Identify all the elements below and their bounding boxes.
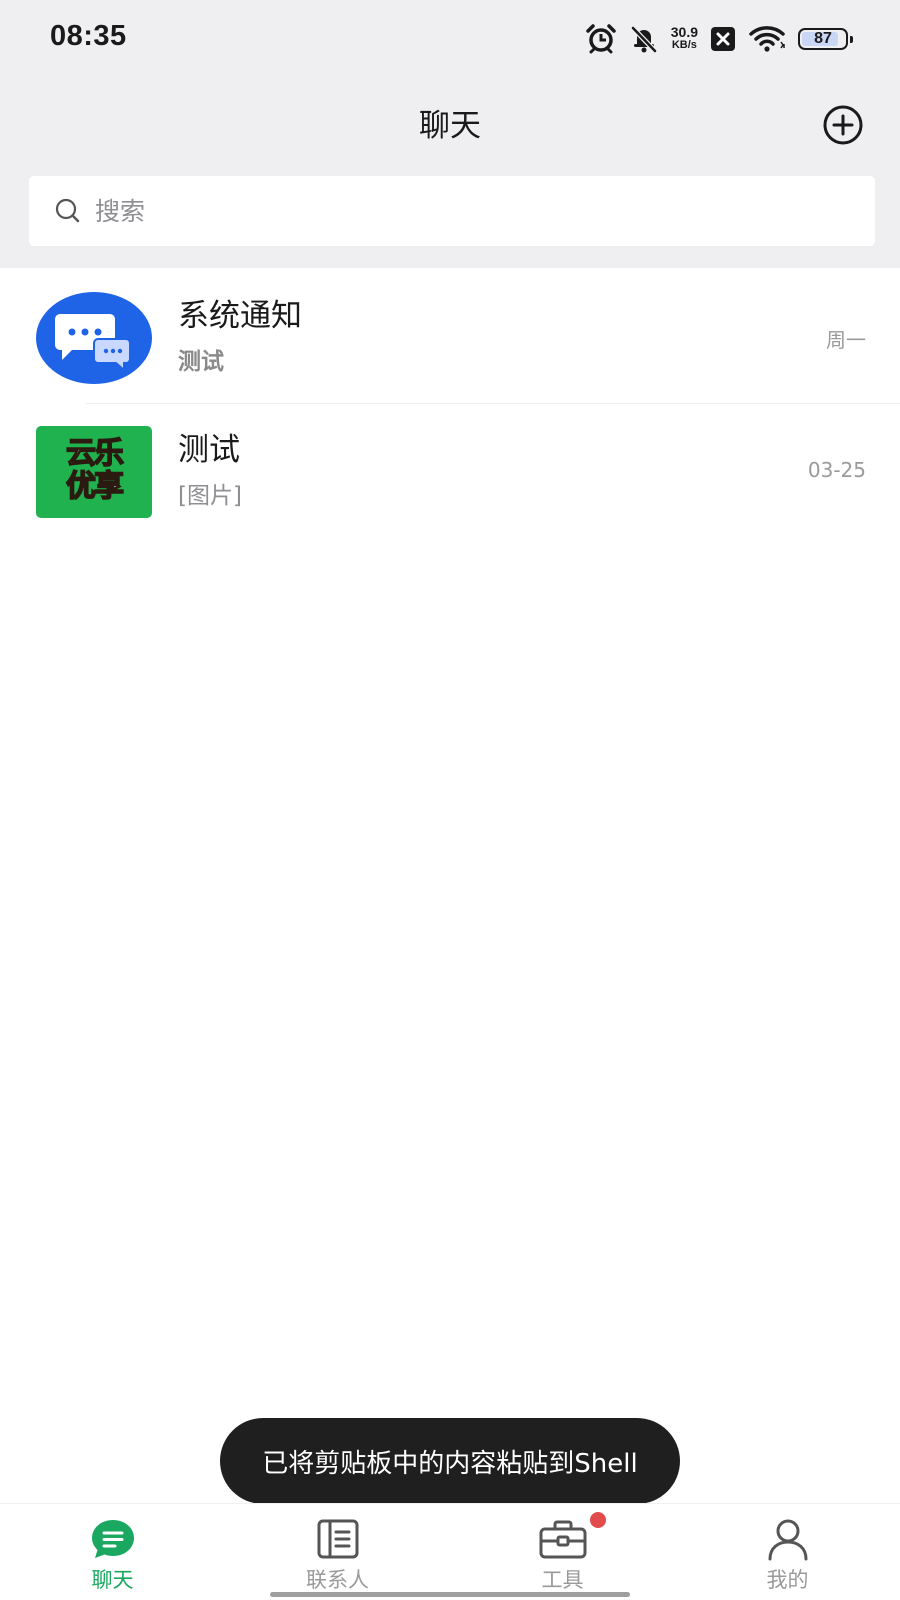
- search-bar[interactable]: [29, 176, 875, 246]
- chat-name: 测试: [178, 432, 240, 468]
- bottom-nav: 聊天 联系人 工具 我的: [0, 1503, 900, 1600]
- tab-label: 聊天: [91, 1568, 134, 1592]
- tab-me[interactable]: 我的: [675, 1504, 900, 1600]
- bell-off-icon: [630, 26, 657, 53]
- add-circle-icon[interactable]: [822, 104, 864, 146]
- tab-chat[interactable]: 聊天: [0, 1504, 225, 1600]
- net-speed-value: 30.9: [670, 24, 698, 40]
- alarm-icon: [586, 24, 616, 54]
- home-indicator[interactable]: [270, 1592, 630, 1597]
- battery-level: 87: [814, 30, 832, 47]
- page-title: 聊天: [419, 108, 481, 144]
- status-icons: 30.9 KB/s 87: [585, 22, 853, 56]
- net-speed-unit: KB/s: [671, 39, 697, 51]
- chat-preview: 测试: [178, 349, 224, 375]
- status-bar: 08:35 30.9 KB/s 87: [0, 0, 900, 78]
- chat-time: 周一: [826, 328, 866, 352]
- tab-tools[interactable]: 工具: [450, 1504, 675, 1600]
- avatar: 云乐 优享: [36, 426, 152, 518]
- profile-icon: [768, 1519, 807, 1561]
- chat-item-system-notice[interactable]: 系统通知 测试 周一: [0, 270, 900, 404]
- chat-bubbles-icon: [55, 314, 131, 373]
- notification-badge: [590, 1512, 606, 1528]
- chat-name: 系统通知: [178, 298, 302, 334]
- contacts-icon: [317, 1519, 358, 1559]
- net-speed: 30.9 KB/s: [670, 24, 698, 52]
- search-icon: [55, 198, 80, 223]
- status-time: 08:35: [50, 20, 127, 52]
- toolbox-icon: [539, 1520, 586, 1559]
- tab-contacts[interactable]: 联系人: [225, 1504, 450, 1600]
- chat-preview: [图片]: [178, 483, 242, 509]
- x-app-icon: [711, 27, 735, 51]
- avatar-logo-line1: 云乐: [65, 436, 125, 471]
- wifi-icon: [749, 26, 785, 52]
- tab-label: 联系人: [306, 1568, 369, 1592]
- toast-message: 已将剪贴板中的内容粘贴到Shell: [220, 1418, 680, 1504]
- search-input[interactable]: [95, 196, 795, 226]
- chat-icon: [91, 1520, 134, 1558]
- tab-label: 工具: [541, 1568, 584, 1592]
- chat-item-test[interactable]: 云乐 优享 测试 [图片] 03-25: [0, 404, 900, 538]
- avatar: [36, 292, 152, 384]
- tab-label: 我的: [766, 1568, 809, 1592]
- chat-list: 系统通知 测试 周一 云乐 优享 测试 [图片] 03-25: [0, 270, 900, 538]
- battery-icon: 87: [798, 28, 853, 50]
- chat-time: 03-25: [807, 458, 866, 482]
- avatar-logo-line2: 优享: [65, 469, 125, 504]
